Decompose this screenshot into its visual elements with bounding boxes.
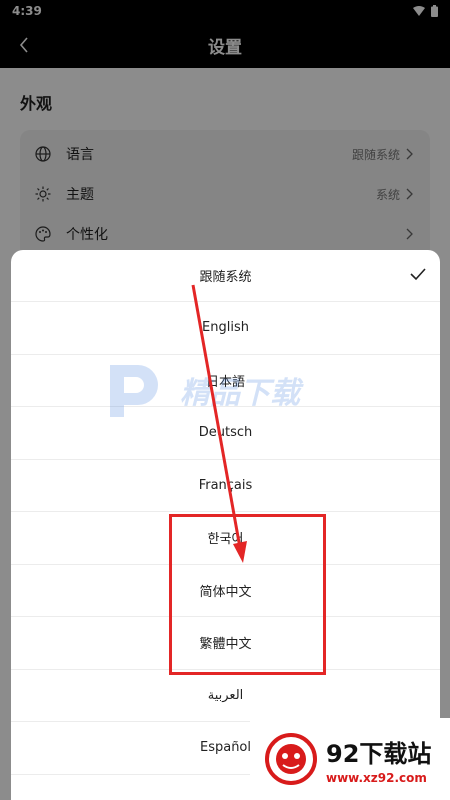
- site-url: www.xz92.com: [326, 770, 427, 785]
- option-label: Français: [198, 477, 253, 493]
- language-option-french[interactable]: Français: [11, 460, 440, 512]
- site-logo-icon: [264, 732, 318, 786]
- site-badge-text: 92下载站 www.xz92.com: [326, 734, 431, 785]
- language-option-english[interactable]: English: [11, 302, 440, 355]
- option-label: Deutsch: [198, 425, 253, 441]
- site-name: 92下载站: [326, 739, 432, 768]
- option-label: 日本語: [205, 374, 245, 390]
- language-option-arabic[interactable]: العربية: [11, 670, 440, 722]
- option-label: العربية: [207, 687, 244, 703]
- option-label: 跟随系统: [199, 270, 252, 285]
- language-option-follow-system[interactable]: 跟随系统: [11, 250, 440, 302]
- site-badge: 92下载站 www.xz92.com: [250, 718, 450, 800]
- language-option-japanese[interactable]: 日本語: [11, 355, 440, 407]
- option-label: English: [202, 320, 249, 336]
- option-label: Español: [199, 740, 251, 756]
- language-option-german[interactable]: Deutsch: [11, 407, 440, 460]
- annotation-highlight-box: [169, 514, 326, 675]
- check-icon: [410, 267, 426, 281]
